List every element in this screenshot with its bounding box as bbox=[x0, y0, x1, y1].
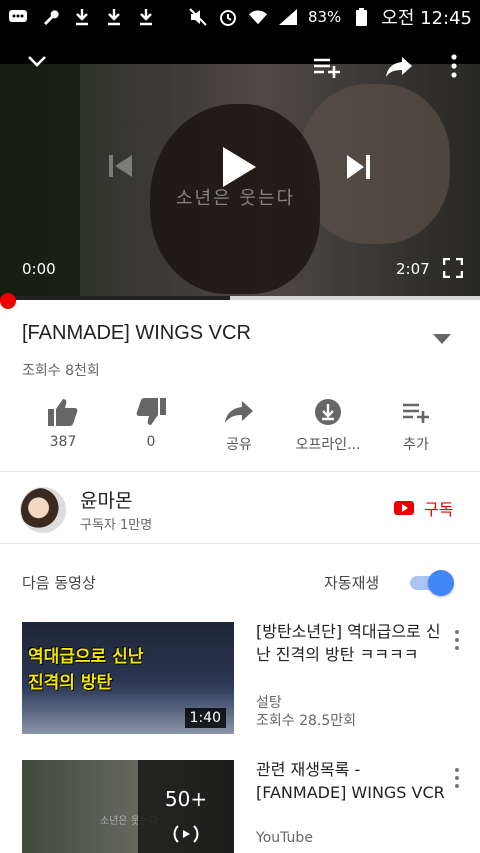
next-button[interactable] bbox=[342, 150, 376, 184]
thumbnail-caption: 진격의 방탄 bbox=[28, 673, 113, 693]
share-icon bbox=[225, 401, 253, 423]
add-to-playlist-icon bbox=[403, 403, 429, 423]
share-icon bbox=[386, 57, 412, 77]
skip-previous-icon bbox=[109, 155, 132, 177]
like-count: 387 bbox=[49, 434, 77, 450]
minimize-button[interactable] bbox=[22, 46, 52, 76]
kebab-icon bbox=[455, 630, 459, 634]
view-count: 조회수 8천회 bbox=[22, 363, 100, 379]
item-channel: 설탕 bbox=[256, 695, 282, 711]
share-button[interactable] bbox=[382, 52, 416, 82]
wrench-icon bbox=[40, 7, 60, 27]
youtube-logo-icon bbox=[394, 501, 414, 515]
item-views: 조회수 28.5만회 bbox=[256, 713, 357, 729]
like-button[interactable]: 387 bbox=[18, 392, 108, 450]
kebab-icon bbox=[451, 54, 457, 78]
item-title[interactable]: [방탄소년단] 역대급으로 신난 진격의 방탄 ㅋㅋㅋㅋ bbox=[256, 620, 446, 666]
add-to-label: 추가 bbox=[403, 437, 429, 453]
expand-description-button[interactable] bbox=[432, 330, 452, 349]
download-notification-icon bbox=[104, 7, 124, 27]
buffered-bar bbox=[0, 296, 231, 300]
playlist-panel: 50+ bbox=[138, 760, 234, 853]
subscriber-count: 구독자 1만명 bbox=[80, 518, 153, 533]
offline-button[interactable]: 오프라인... bbox=[283, 392, 373, 454]
current-time: 0:00 bbox=[22, 260, 56, 278]
add-to-button[interactable]: 추가 bbox=[371, 392, 461, 454]
clock: 오전 12:45 bbox=[381, 8, 472, 29]
autoplay-label: 자동재생 bbox=[324, 574, 380, 592]
channel-name[interactable]: 윤마몬 bbox=[80, 486, 132, 513]
divider bbox=[0, 471, 480, 472]
subscribe-label: 구독 bbox=[424, 500, 454, 519]
signal-icon bbox=[278, 7, 298, 27]
up-next-heading: 다음 동영상 bbox=[22, 574, 96, 592]
autoplay-toggle[interactable] bbox=[410, 570, 454, 596]
action-bar: 387 0 공유 오프라인... 추가 bbox=[0, 392, 480, 458]
play-button[interactable] bbox=[216, 142, 262, 192]
caret-down-icon bbox=[433, 334, 451, 344]
dislike-button[interactable]: 0 bbox=[106, 392, 196, 450]
playlist-count: 50+ bbox=[164, 787, 208, 811]
chat-icon bbox=[8, 7, 28, 27]
divider bbox=[0, 543, 480, 544]
progress-bar[interactable] bbox=[0, 296, 480, 300]
item-channel: YouTube bbox=[256, 830, 313, 846]
skip-next-icon bbox=[347, 155, 370, 179]
mute-icon bbox=[188, 7, 208, 27]
playlist-add-icon bbox=[314, 58, 340, 78]
channel-avatar[interactable] bbox=[20, 487, 66, 533]
share-action-button[interactable]: 공유 bbox=[194, 392, 284, 454]
more-options-button[interactable] bbox=[444, 50, 464, 82]
dislike-count: 0 bbox=[146, 434, 156, 450]
download-icon bbox=[315, 399, 341, 425]
previous-button[interactable] bbox=[104, 150, 136, 182]
duration-badge: 1:40 bbox=[184, 708, 226, 728]
video-title: [FANMADE] WINGS VCR bbox=[22, 322, 251, 344]
share-label: 공유 bbox=[226, 437, 252, 453]
video-thumbnail[interactable]: 역대급으로 신난 진격의 방탄 1:40 bbox=[22, 622, 234, 734]
fullscreen-button[interactable] bbox=[440, 255, 466, 281]
playlist-broadcast-icon bbox=[173, 825, 199, 843]
progress-scrubber[interactable] bbox=[0, 293, 16, 309]
play-icon bbox=[223, 147, 256, 187]
item-menu-button[interactable] bbox=[450, 628, 464, 652]
fullscreen-icon bbox=[443, 258, 463, 278]
download-notification-icon bbox=[72, 7, 92, 27]
wifi-icon bbox=[248, 7, 268, 27]
battery-icon bbox=[351, 7, 371, 27]
thumbs-up-icon bbox=[48, 399, 78, 426]
list-item[interactable]: 역대급으로 신난 진격의 방탄 1:40 [방탄소년단] 역대급으로 신난 진격… bbox=[0, 622, 480, 742]
subscribe-button[interactable]: 구독 bbox=[394, 496, 453, 520]
item-menu-button[interactable] bbox=[450, 766, 464, 790]
thumbs-down-icon bbox=[136, 398, 166, 425]
total-duration: 2:07 bbox=[396, 260, 430, 278]
item-title[interactable]: 관련 재생목록 - [FANMADE] WINGS VCR bbox=[256, 758, 446, 804]
battery-percent: 83% bbox=[307, 8, 342, 26]
playlist-thumbnail[interactable]: 소년은 웃는다 50+ bbox=[22, 760, 234, 853]
alarm-icon bbox=[218, 7, 238, 27]
chevron-down-icon bbox=[28, 56, 46, 67]
kebab-icon bbox=[455, 768, 459, 772]
status-bar: 83% 오전 12:45 bbox=[0, 0, 480, 34]
offline-label: 오프라인... bbox=[295, 437, 361, 453]
download-notification-icon bbox=[136, 7, 156, 27]
video-player[interactable]: 소년은 웃는다 0:00 2:07 bbox=[0, 34, 480, 300]
add-to-playlist-button[interactable] bbox=[310, 52, 344, 82]
thumbnail-caption: 역대급으로 신난 bbox=[28, 647, 144, 667]
list-item[interactable]: 소년은 웃는다 50+ 관련 재생목록 - [FANMADE] WINGS VC… bbox=[0, 760, 480, 853]
